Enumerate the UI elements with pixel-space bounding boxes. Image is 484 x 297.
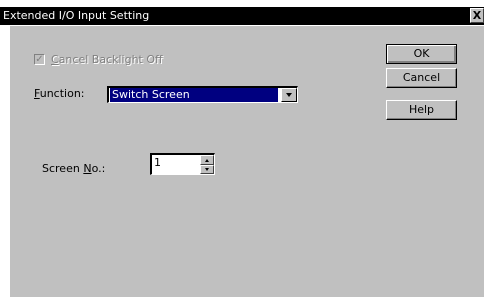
chevron-down-icon — [286, 93, 292, 97]
function-dropdown-value: Switch Screen — [110, 88, 278, 102]
cancel-backlight-checkbox[interactable]: ✓ — [34, 53, 45, 65]
function-dropdown-button[interactable] — [281, 88, 297, 102]
function-dropdown[interactable]: Switch Screen — [107, 86, 298, 103]
arrow-up-icon — [205, 159, 209, 162]
help-button[interactable]: Help — [386, 100, 457, 120]
cancel-button[interactable]: Cancel — [386, 68, 457, 88]
extended-io-input-setting-dialog: Extended I/O Input Setting X ✓ Cancel Ba… — [0, 0, 484, 297]
title-bar[interactable]: Extended I/O Input Setting X — [0, 7, 484, 25]
spin-down-button[interactable] — [200, 164, 214, 174]
dialog-client-area: ✓ Cancel Backlight Off Function: Switch … — [10, 26, 484, 297]
ok-button[interactable]: OK — [386, 44, 457, 64]
screen-no-label: Screen No.: — [42, 162, 106, 175]
window-title: Extended I/O Input Setting — [3, 9, 150, 22]
screen-no-spin-buttons — [200, 155, 214, 174]
spin-up-button[interactable] — [200, 155, 214, 165]
screen-no-value[interactable]: 1 — [154, 156, 161, 169]
arrow-down-icon — [205, 167, 209, 171]
function-label: Function: — [34, 87, 85, 100]
cancel-backlight-checkbox-row: ✓ Cancel Backlight Off — [34, 52, 163, 66]
screen-no-spinner[interactable]: 1 — [150, 153, 215, 175]
close-icon[interactable]: X — [470, 8, 484, 23]
cancel-backlight-label: Cancel Backlight Off — [51, 52, 163, 66]
